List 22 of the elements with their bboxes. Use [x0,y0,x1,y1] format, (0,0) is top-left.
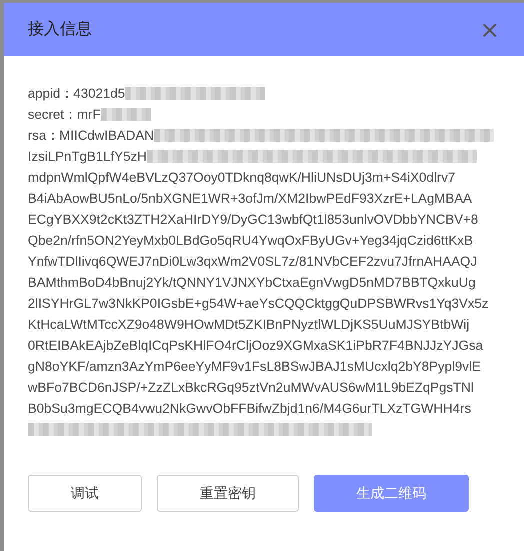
key-text-line: 0RtEIBAkEAjbZeBlqICqPsKHlFO4rCljOoz9XGMxaSK1iPbR7F4BNJJzYJGsa [28,338,484,353]
key-text-line: 2lISYHrGL7w3NkKP0IGsbE+g54W+aeYsCQQCktggQuDPSBWRvs1Yq3Vx5z [28,296,489,311]
key-text-line: ECgYBXX9t2cKt3ZTH2XaHIrDY9/DyGC13wbfQt1l853unlvOVDbbYNCBV+8 [28,212,478,227]
key-text-line: mdpnWmlQpfW4eBVLzQ37Ooy0TDknq8qwK/HliUNsDUj3m+S4iX0dlrv7 [28,170,456,185]
key-text-line: IzsiLPnTgB1LfY5zH [28,149,147,164]
key-text-line: B0bSu3mgECQB4vwu2NkGwvObFFBifwZbjd1n6/M4G6urTLXzTGWHH4rs [28,401,472,416]
key-text-line: KtHcaLWtMTccXZ9o48W9HOwMDt5ZKIBnPNyztlWLDjKS5UuMJSYBtbWij [28,317,470,332]
field-value: 43021d5 [74,86,126,101]
key-text-line: wBFo7BCD6nJSP/+ZzZLxBkcRGq95ztVn2uMWvAUS6wM1L9bEZqPgsTNl [28,380,474,395]
action-button[interactable]: 重置密钥 [157,475,299,512]
field-label: secret： [28,106,78,124]
key-text-line: B4iAbAowBU5nLo/5nbXGNE1WR+3ofJm/XM2IbwPEdF93XzrE+LAgMBAA [28,191,472,206]
key-text-line: Qbe2n/rfn5ON2YeyMxb0LBdGo5qRU4YwqOxFByUGv+Yeg34jqCzid6ttKxB [28,233,474,248]
key-text-line: MIICdwIBADAN [59,128,154,143]
key-text-line: YnfwTDlIivq6QWEJ7nDi0Lw3qxWm2V0SL7z/81NVbCEF2zvu7JfrnAHAAQJ [28,254,478,269]
key-text-line: gN8oYKF/amzn3AzYmP6eeYyMF9v1FsL8BSwJBAJ1sMUcxlq2bY8Pypl9vlE [28,359,482,374]
field-value: mrF [77,107,101,122]
dialog-title: 接入信息 [28,19,92,40]
field-label: rsa： [28,126,60,144]
key-text-line: BAMthmBoD4bBnuj2Yk/tQNNY1VJNXYbCtxaEgnVwgD5nMD7BBTQxkuUg [28,275,476,290]
action-button[interactable]: 调试 [28,475,142,512]
field-label: appid： [28,84,74,102]
